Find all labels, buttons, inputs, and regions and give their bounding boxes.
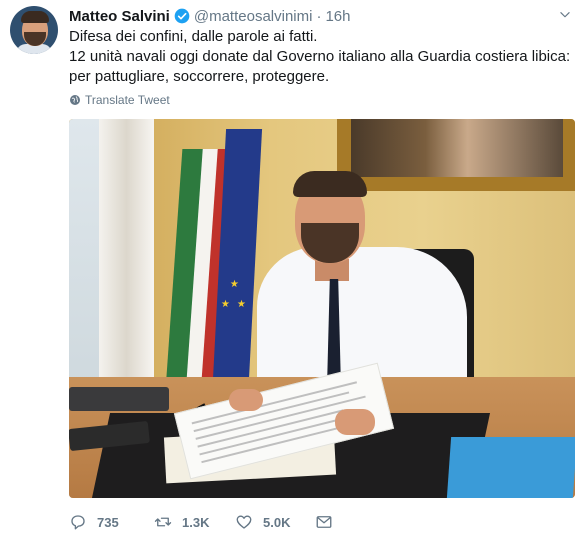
retweet-icon: [154, 517, 172, 527]
direct-message-button[interactable]: [315, 513, 333, 531]
reply-button[interactable]: 735: [69, 513, 154, 531]
globe-icon: [70, 95, 80, 105]
tweet-actions: 735 1.3K 5.0K: [69, 512, 333, 532]
translate-tweet-link[interactable]: Translate Tweet: [69, 93, 170, 107]
like-button[interactable]: 5.0K: [235, 513, 315, 531]
envelope-icon: [316, 516, 332, 528]
photo-person-hair: [293, 171, 367, 197]
display-name[interactable]: Matteo Salvini: [69, 8, 170, 25]
separator-dot: ·: [316, 7, 322, 25]
tweet[interactable]: Matteo Salvini @matteosalvinimi · 16h Di…: [0, 0, 583, 538]
tweet-text-line-1: Difesa dei confini, dalle parole ai fatt…: [69, 28, 318, 45]
retweet-count: 1.3K: [182, 514, 210, 530]
verified-badge-icon: [174, 8, 190, 24]
photo-curtain: [99, 119, 154, 419]
handle[interactable]: @matteosalvinimi: [194, 8, 313, 25]
avatar[interactable]: [10, 6, 58, 54]
tweet-text: Difesa dei confini, dalle parole ai fatt…: [69, 27, 574, 87]
like-count: 5.0K: [263, 514, 291, 530]
chevron-down-icon[interactable]: [558, 8, 572, 22]
translate-label: Translate Tweet: [85, 93, 170, 107]
avatar-hair: [21, 11, 49, 23]
tweet-photo[interactable]: ★ ★ ★: [69, 119, 575, 498]
photo-right-hand: [335, 409, 375, 435]
photo-blue-folder: [446, 437, 575, 498]
tweet-header: Matteo Salvini @matteosalvinimi · 16h: [69, 6, 350, 26]
tweet-text-line-2: 12 unità navali oggi donate dal Governo …: [69, 48, 571, 85]
photo-desk-phone: [69, 387, 169, 411]
heart-icon: [236, 515, 252, 529]
retweet-button[interactable]: 1.3K: [154, 513, 235, 531]
reply-count: 735: [97, 514, 119, 530]
photo-left-hand: [229, 389, 263, 411]
reply-icon: [71, 515, 85, 530]
photo-painting: [351, 119, 563, 177]
tweet-time[interactable]: 16h: [325, 8, 350, 25]
